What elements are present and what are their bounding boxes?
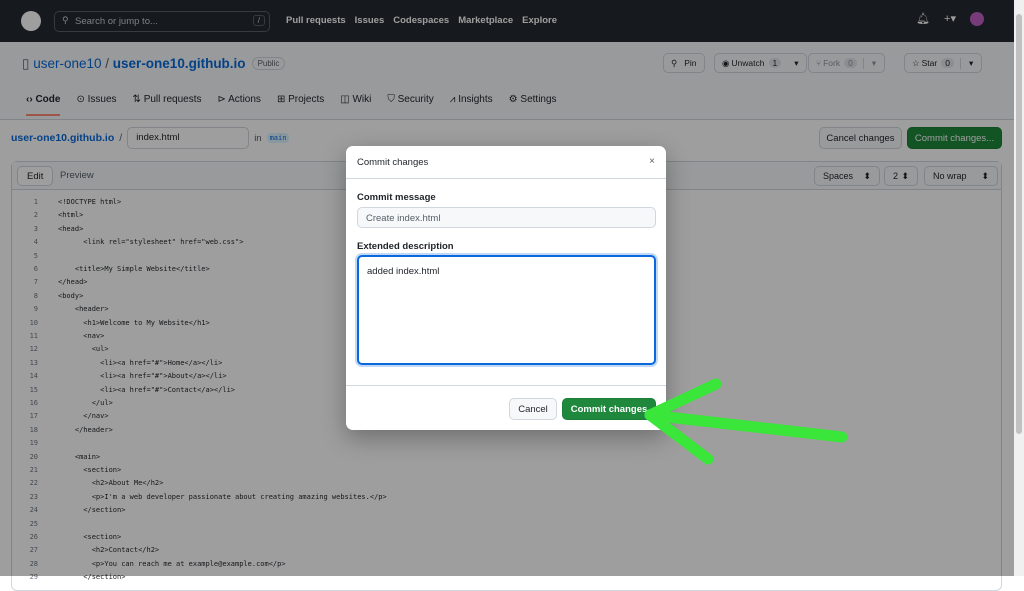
close-icon[interactable]: × (649, 156, 655, 167)
dialog-title: Commit changes (357, 157, 429, 168)
commit-button[interactable]: Commit changes (562, 398, 656, 420)
scrollbar-thumb[interactable] (1016, 14, 1022, 434)
extended-description-textarea[interactable]: added index.html (357, 255, 656, 365)
extended-description-label: Extended description (357, 241, 454, 252)
commit-message-input[interactable]: Create index.html (357, 207, 656, 228)
page-scrollbar[interactable] (1014, 0, 1024, 576)
cancel-button[interactable]: Cancel (509, 398, 557, 420)
divider (346, 385, 666, 386)
commit-message-label: Commit message (357, 192, 436, 203)
commit-dialog: Commit changes × Commit message Create in… (346, 146, 666, 430)
